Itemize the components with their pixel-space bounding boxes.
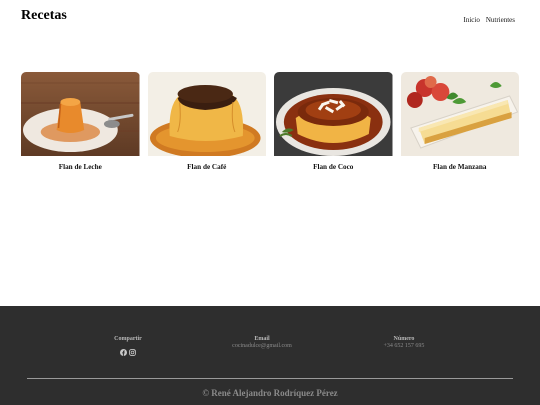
site-title: Recetas xyxy=(21,8,67,23)
recipe-card-flan-de-leche[interactable]: Flan de Leche xyxy=(21,72,140,171)
site-footer: Compartir Email cocinadulce@gmail.com Nú… xyxy=(0,306,540,405)
nav-link-nutrientes[interactable]: Nutrientes xyxy=(486,16,515,24)
phone-label: Número xyxy=(393,336,415,342)
nav-link-inicio[interactable]: Inicio xyxy=(464,16,480,24)
recipe-card-flan-de-coco[interactable]: Flan de Coco xyxy=(274,72,393,171)
recipe-image-flan-de-coco xyxy=(274,72,393,156)
recipe-title: Flan de Café xyxy=(187,163,227,171)
share-label: Compartir xyxy=(114,336,142,342)
recipe-title: Flan de Leche xyxy=(58,163,102,171)
recipe-card-flan-de-cafe[interactable]: Flan de Café xyxy=(147,72,266,171)
footer-divider xyxy=(27,378,513,379)
footer-email: Email cocinadulce@gmail.com xyxy=(202,336,322,349)
footer-share: Compartir xyxy=(68,336,188,356)
instagram-icon[interactable] xyxy=(129,343,136,356)
recipe-title: Flan de Manzana xyxy=(432,163,487,171)
footer-phone: Número +34 652 157 695 xyxy=(344,336,464,349)
main-nav: Inicio Nutrientes xyxy=(464,16,516,24)
recipe-image-flan-de-leche xyxy=(21,72,140,156)
recipe-image-flan-de-manzana xyxy=(400,72,519,156)
copyright: © René Alejandro Rodríquez Pérez xyxy=(202,388,338,398)
recipe-card-flan-de-manzana[interactable]: Flan de Manzana xyxy=(400,72,519,171)
recipe-title: Flan de Coco xyxy=(313,163,354,171)
email-value[interactable]: cocinadulce@gmail.com xyxy=(202,343,322,349)
email-label: Email xyxy=(254,336,270,342)
site-header: Recetas Inicio Nutrientes xyxy=(0,0,540,40)
recipe-image-flan-de-cafe xyxy=(147,72,266,156)
social-links xyxy=(68,343,188,356)
recipe-grid: Flan de Leche Flan de Café Flan de Coco … xyxy=(21,72,519,171)
phone-value[interactable]: +34 652 157 695 xyxy=(344,343,464,349)
facebook-icon[interactable] xyxy=(120,343,127,356)
